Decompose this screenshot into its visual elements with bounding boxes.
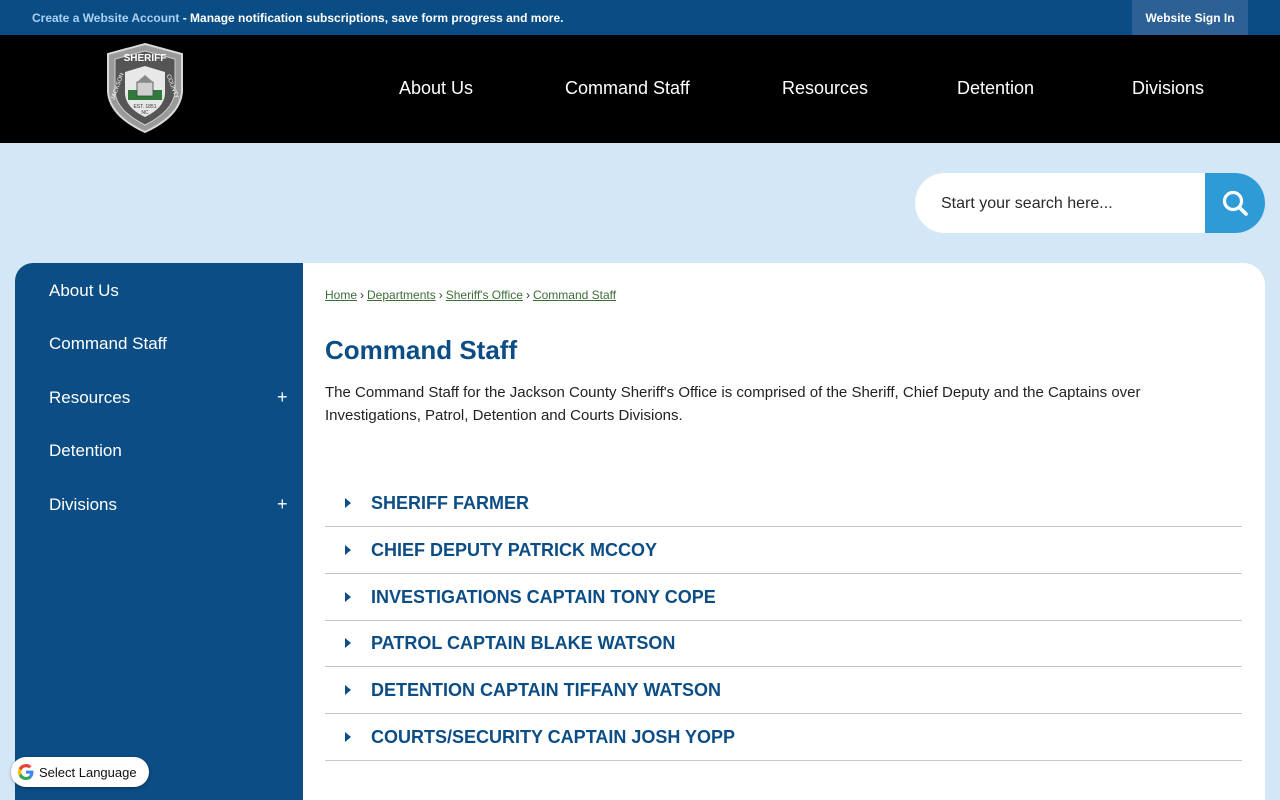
nav-about-us[interactable]: About Us [399, 78, 473, 99]
accordion-item-patrol-captain[interactable]: PATROL CAPTAIN BLAKE WATSON [325, 620, 1242, 667]
accordion-item-courts-security-captain[interactable]: COURTS/SECURITY CAPTAIN JOSH YOPP [325, 714, 1242, 761]
accordion-item-detention-captain[interactable]: DETENTION CAPTAIN TIFFANY WATSON [325, 667, 1242, 714]
language-label: Select Language [39, 764, 137, 780]
accordion-label: DETENTION CAPTAIN TIFFANY WATSON [371, 680, 721, 700]
account-notice: Create a Website Account - Manage notifi… [32, 11, 563, 25]
google-g-icon [18, 764, 34, 780]
nav-resources[interactable]: Resources [782, 78, 868, 99]
sheriff-badge-logo[interactable]: SHERIFF JACKSON COUNTY EST. 1851 NC [104, 42, 186, 134]
accordion-label: INVESTIGATIONS CAPTAIN TONY COPE [371, 587, 716, 607]
language-selector[interactable]: Select Language [11, 757, 149, 787]
caret-right-icon [345, 732, 351, 742]
accordion-item-sheriff-farmer[interactable]: SHERIFF FARMER [325, 480, 1242, 527]
sidebar-item-about-us[interactable]: About Us [49, 281, 119, 301]
accordion-item-investigations-captain[interactable]: INVESTIGATIONS CAPTAIN TONY COPE [325, 574, 1242, 621]
breadcrumb-separator: › [438, 288, 443, 302]
resources-expand-icon[interactable]: + [277, 388, 288, 406]
caret-right-icon [345, 545, 351, 555]
accordion-label: SHERIFF FARMER [371, 493, 530, 513]
search-icon [1222, 190, 1248, 216]
accordion-item-chief-deputy[interactable]: CHIEF DEPUTY PATRICK MCCOY [325, 527, 1242, 574]
breadcrumb-sheriffs-office[interactable]: Sheriff's Office [446, 288, 523, 302]
intro-paragraph: The Command Staff for the Jackson County… [325, 384, 1141, 424]
site-header: SHERIFF JACKSON COUNTY EST. 1851 NC Abou… [0, 35, 1280, 143]
nav-detention[interactable]: Detention [957, 78, 1034, 99]
sidebar-item-resources[interactable]: Resources [49, 388, 130, 408]
search-input[interactable] [939, 173, 1203, 233]
breadcrumb-home[interactable]: Home [325, 288, 357, 302]
caret-right-icon [345, 638, 351, 648]
breadcrumb-separator: › [525, 288, 530, 302]
logo-state-text: NC [141, 110, 149, 116]
nav-command-staff[interactable]: Command Staff [565, 78, 690, 99]
breadcrumb-command-staff[interactable]: Command Staff [533, 288, 616, 302]
top-bar: Create a Website Account - Manage notifi… [0, 0, 1280, 35]
caret-right-icon [345, 592, 351, 602]
accordion-label: PATROL CAPTAIN BLAKE WATSON [371, 633, 676, 653]
accordion-label: COURTS/SECURITY CAPTAIN JOSH YOPP [371, 727, 736, 747]
sidebar-item-command-staff[interactable]: Command Staff [49, 334, 167, 354]
sidebar-item-detention[interactable]: Detention [49, 441, 122, 461]
sidebar-item-divisions[interactable]: Divisions [49, 495, 117, 515]
divisions-expand-icon[interactable]: + [277, 495, 288, 513]
accordion-label: CHIEF DEPUTY PATRICK MCCOY [371, 540, 658, 560]
breadcrumb-departments[interactable]: Departments [367, 288, 436, 302]
breadcrumb: Home › Departments › Sheriff's Office › Comman… [325, 288, 616, 302]
caret-right-icon [345, 685, 351, 695]
search-button[interactable] [1205, 173, 1265, 233]
caret-right-icon [345, 498, 351, 508]
nav-divisions[interactable]: Divisions [1132, 78, 1204, 99]
page-title: Command Staff [325, 335, 518, 365]
account-notice-text: - Manage notification subscriptions, sav… [179, 11, 564, 25]
breadcrumb-separator: › [360, 288, 365, 302]
site-search [915, 173, 1265, 233]
create-account-link[interactable]: Create a Website Account [32, 11, 179, 25]
website-sign-in-button[interactable]: Website Sign In [1132, 0, 1248, 35]
logo-sheriff-text: SHERIFF [124, 53, 167, 64]
sidebar-navigation: About Us Command Staff Resources + Deten… [15, 263, 303, 800]
